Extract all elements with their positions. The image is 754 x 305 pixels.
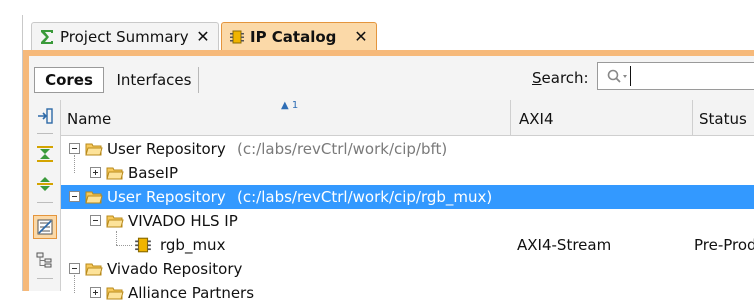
- repository-path: (c:/labs/revCtrl/work/cip/rgb_mux): [237, 188, 493, 206]
- tab-project-summary[interactable]: Project Summary ✕: [31, 22, 219, 50]
- expand-to-selection-icon[interactable]: [33, 104, 57, 128]
- toolbar-separator: [37, 133, 53, 134]
- expand-toggle-icon[interactable]: [90, 167, 101, 178]
- toolbar-separator: [37, 202, 53, 203]
- folder-open-icon: [85, 191, 103, 204]
- tree-guide-line: [74, 155, 75, 173]
- column-header-name[interactable]: Name ▲ 1: [61, 100, 511, 135]
- tree-node-label: User Repository: [107, 188, 226, 206]
- tree-guide-line: [116, 231, 117, 245]
- search-icon[interactable]: [606, 67, 630, 85]
- table-row[interactable]: BaseIP: [61, 155, 754, 185]
- tab-label: IP Catalog: [250, 27, 337, 46]
- ip-core-icon: [135, 237, 151, 253]
- filter-icon[interactable]: [33, 215, 57, 239]
- folder-open-icon: [85, 143, 103, 156]
- window-edge: [22, 15, 23, 291]
- tree-guide-line: [74, 275, 75, 293]
- table-row[interactable]: VIVADO HLS IP: [61, 209, 754, 233]
- search-box[interactable]: [597, 62, 754, 90]
- tree-node-label: BaseIP: [128, 164, 178, 182]
- tab-ip-catalog[interactable]: IP Catalog ✕: [221, 22, 377, 50]
- table-header: Name ▲ 1 AXI4 Status: [61, 100, 754, 136]
- table-row[interactable]: rgb_mux AXI4-Stream Pre-Prod: [61, 231, 754, 257]
- search-label: Search:: [532, 67, 589, 89]
- search-input[interactable]: [630, 66, 745, 86]
- tab-label: Project Summary: [60, 27, 189, 46]
- search-label-mnemonic: S: [532, 69, 542, 87]
- collapse-toggle-icon[interactable]: [90, 215, 101, 226]
- search-label-text: earch:: [541, 69, 589, 87]
- axi4-cell: AXI4-Stream: [517, 236, 612, 254]
- collapse-toggle-icon[interactable]: [69, 191, 80, 202]
- folder-open-icon: [106, 287, 124, 300]
- table-row[interactable]: User Repository (c:/labs/revCtrl/work/ci…: [61, 137, 754, 161]
- expand-toggle-icon[interactable]: [90, 287, 101, 298]
- tree-node-label: Vivado Repository: [107, 260, 243, 278]
- tree-node-label: rgb_mux: [160, 236, 226, 254]
- tree-guide-line: [116, 245, 132, 246]
- column-name-label: Name: [67, 110, 112, 128]
- cores-view-button[interactable]: Cores: [34, 67, 104, 93]
- status-cell: Pre-Prod: [694, 236, 754, 254]
- sort-ascending-indicator: ▲ 1: [281, 100, 299, 111]
- expand-all-icon[interactable]: [33, 172, 57, 196]
- table-row[interactable]: Alliance Partners: [61, 275, 754, 305]
- column-header-axi4[interactable]: AXI4: [511, 100, 693, 135]
- repository-path: (c:/labs/revCtrl/work/cip/bft): [237, 140, 448, 158]
- ip-chip-icon: [228, 28, 246, 46]
- close-icon[interactable]: ✕: [352, 27, 370, 46]
- table-row[interactable]: Vivado Repository: [61, 257, 754, 281]
- sigma-icon: [38, 28, 56, 46]
- window-top-strip: [22, 0, 754, 18]
- folder-open-icon: [106, 215, 124, 228]
- collapse-all-icon[interactable]: [33, 142, 57, 166]
- column-header-status[interactable]: Status: [693, 100, 754, 135]
- ip-catalog-table: Name ▲ 1 AXI4 Status User Repository (c:…: [61, 100, 754, 302]
- collapse-toggle-icon[interactable]: [69, 263, 80, 274]
- tree-node-label: Alliance Partners: [128, 284, 255, 302]
- toolbar-separator: [37, 278, 53, 279]
- interfaces-view-button[interactable]: Interfaces: [110, 67, 199, 93]
- group-by-icon[interactable]: [33, 248, 57, 272]
- window-frame: [0, 0, 22, 291]
- tree-node-label: User Repository: [107, 140, 226, 158]
- folder-open-icon: [106, 167, 124, 180]
- close-icon[interactable]: ✕: [194, 27, 212, 46]
- collapse-toggle-icon[interactable]: [69, 143, 80, 154]
- table-row[interactable]: User Repository (c:/labs/revCtrl/work/ci…: [61, 185, 754, 209]
- folder-open-icon: [85, 263, 103, 276]
- tree-node-label: VIVADO HLS IP: [128, 212, 238, 230]
